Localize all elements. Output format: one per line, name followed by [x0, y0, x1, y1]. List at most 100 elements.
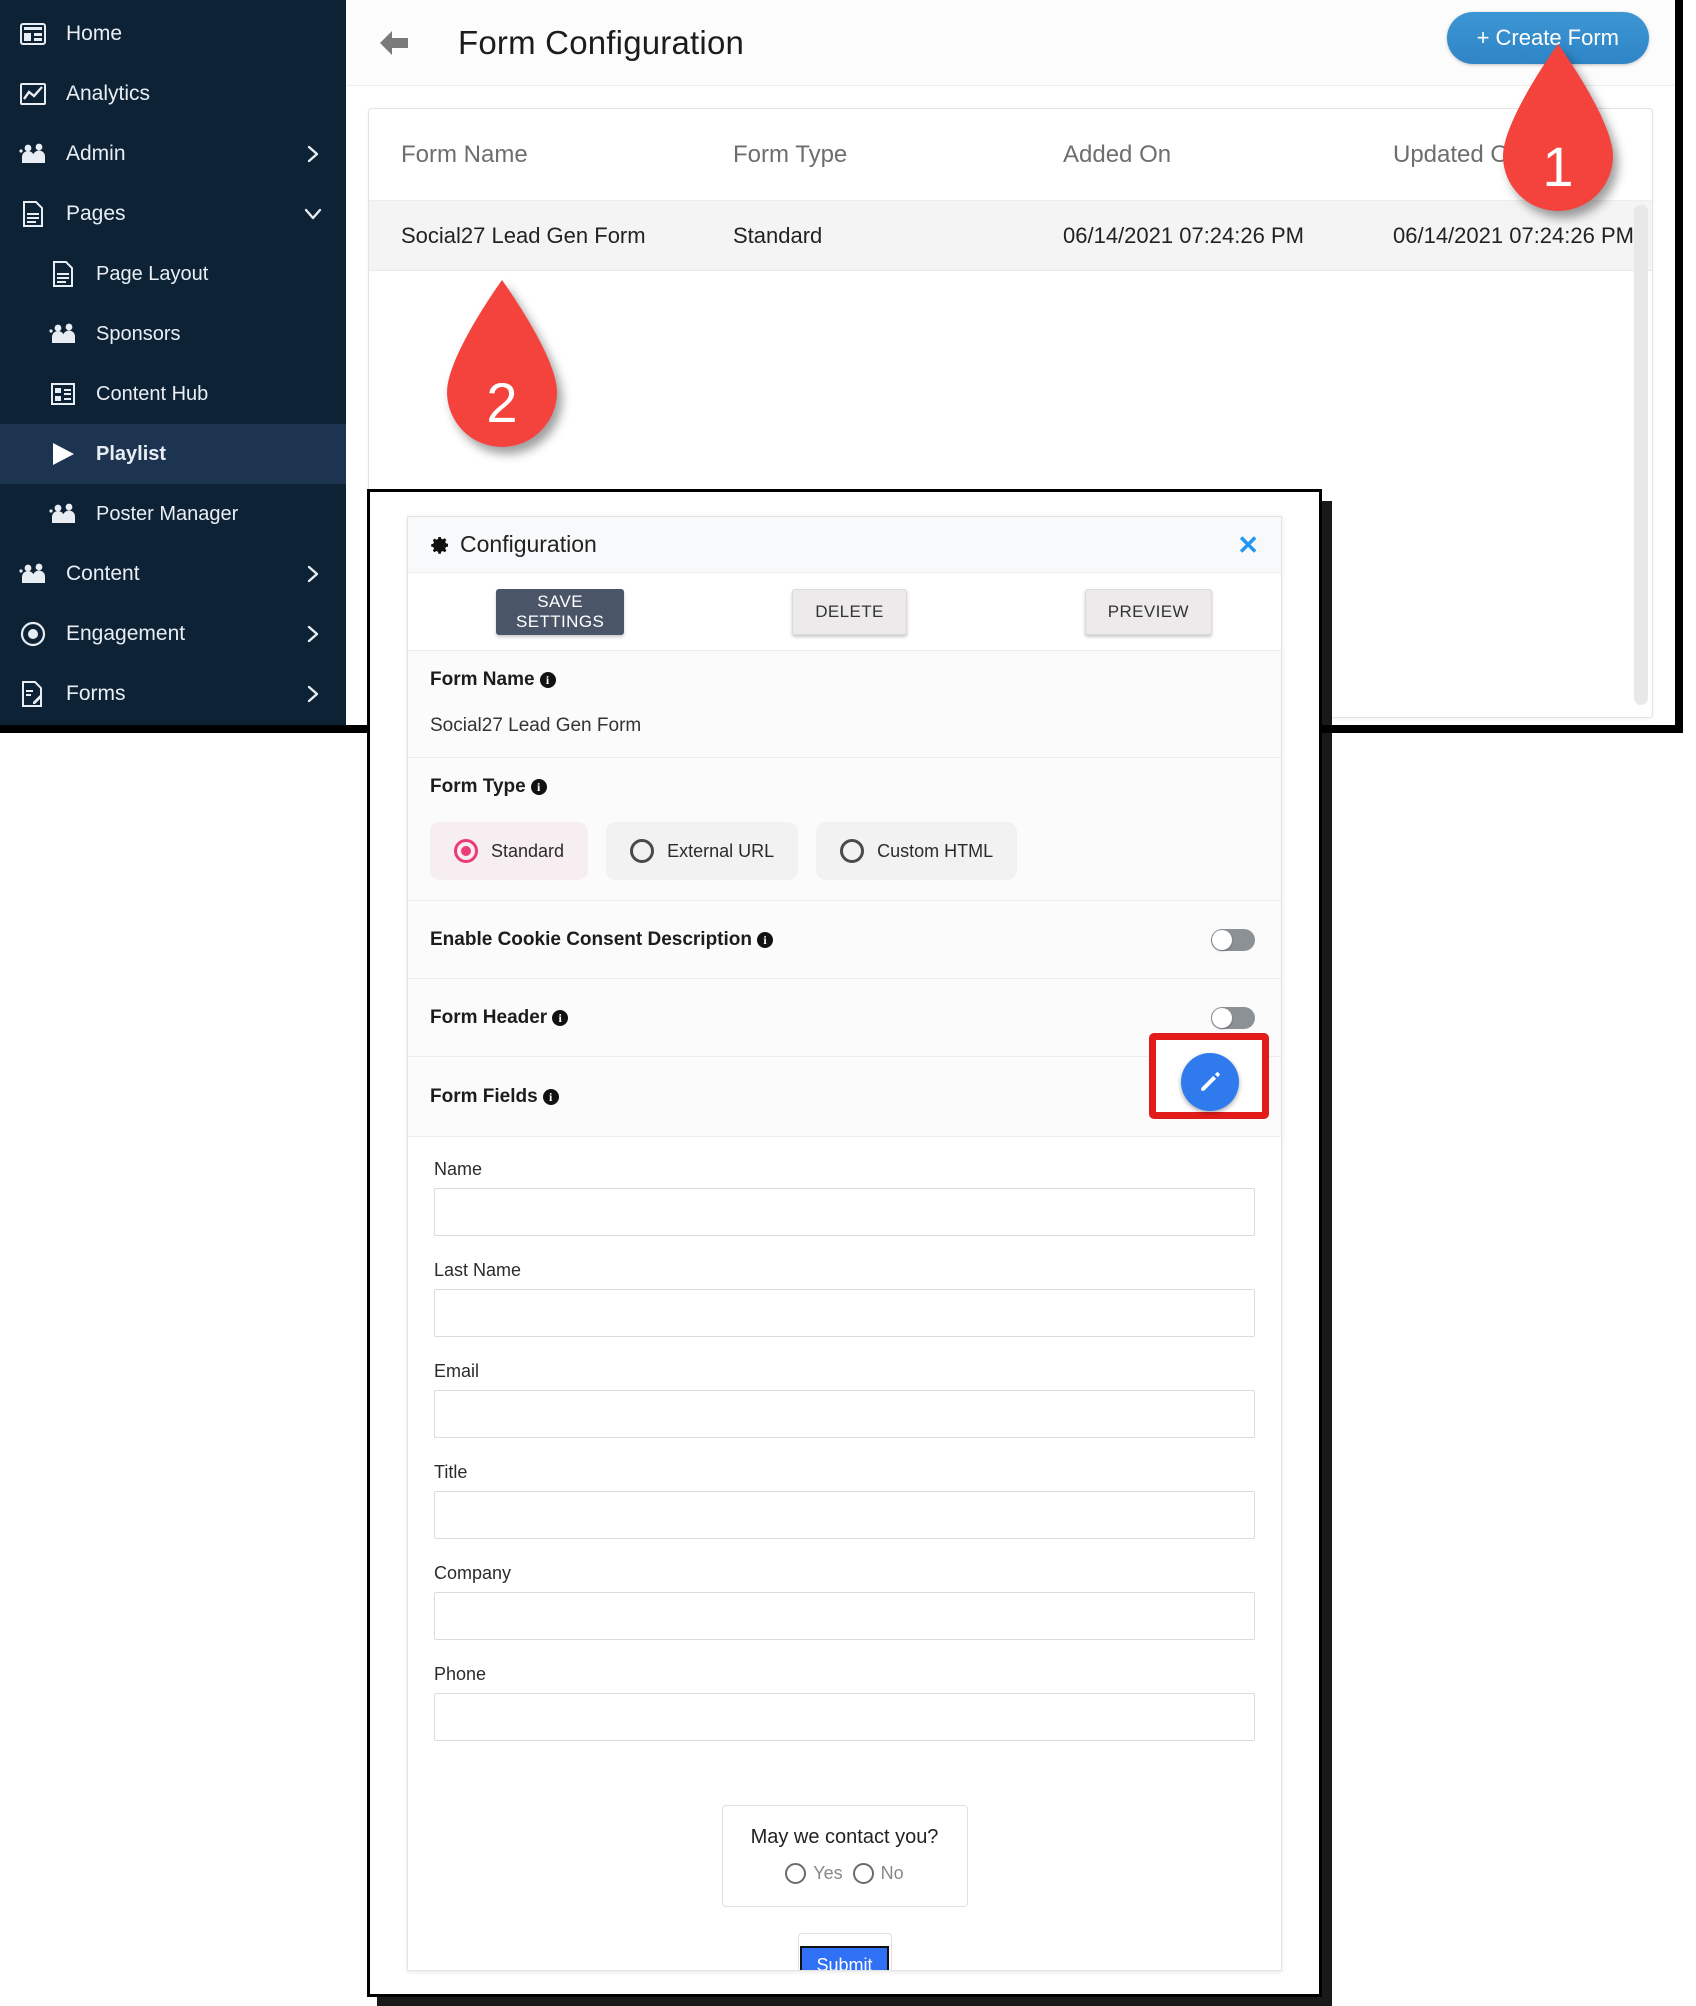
sidebar-item-poster-manager[interactable]: Poster Manager [0, 484, 346, 544]
column-header-added-on[interactable]: Added On [1039, 141, 1369, 169]
form-fields-row: Form Fields i [408, 1033, 1281, 1137]
table-row[interactable]: Social27 Lead Gen Form Standard 06/14/20… [369, 201, 1652, 271]
sidebar-item-analytics[interactable]: Analytics [0, 64, 346, 124]
page-title: Form Configuration [458, 23, 745, 61]
chevron-right-icon[interactable] [302, 563, 324, 585]
dialog-title: Configuration [460, 531, 597, 557]
contact-option-label: No [880, 1863, 904, 1883]
cookie-consent-toggle[interactable] [1211, 928, 1255, 951]
step-marker-number: 1 [1542, 135, 1574, 198]
form-name-section: Form Name i Social27 Lead Gen Form [408, 651, 1281, 758]
sidebar-item-label: Engagement [66, 622, 186, 645]
sidebar-item-label: Poster Manager [96, 502, 239, 525]
submit-button-wrapper: Submit [797, 1933, 892, 1970]
table-header-row: Form Name Form Type Added On Updated On [369, 109, 1652, 201]
page-topbar: Form Configuration + Create Form [346, 0, 1675, 86]
no-icon [302, 383, 324, 405]
save-settings-button[interactable]: SAVE SETTINGS [496, 588, 625, 635]
preview-field-input[interactable] [434, 1390, 1255, 1438]
step-marker-number: 2 [486, 371, 518, 434]
contact-option-label: Yes [813, 1863, 843, 1883]
dialog-header: Configuration ✕ [408, 517, 1281, 573]
preview-field-input[interactable] [434, 1693, 1255, 1741]
preview-field-label: Last Name [434, 1260, 522, 1280]
sidebar-item-engagement[interactable]: Engagement [0, 604, 346, 664]
preview-field-label: Name [434, 1159, 483, 1179]
sidebar-item-forms[interactable]: Forms [0, 664, 346, 724]
step-marker-2: 2 [439, 278, 565, 454]
form-type-options: Standard External URL Custom HTML [430, 822, 1259, 880]
preview-field-input[interactable] [434, 1188, 1255, 1236]
sidebar-item-pages[interactable]: Pages [0, 184, 346, 244]
form-type-option-standard[interactable]: Standard [430, 822, 589, 880]
no-icon [302, 443, 324, 465]
contact-question-box: May we contact you? Yes No [721, 1805, 968, 1907]
play-icon [48, 441, 78, 467]
sidebar-item-label: Admin [66, 142, 126, 165]
form-fields-label-row: Form Fields i [430, 1086, 559, 1108]
contact-question-options: Yes No [733, 1863, 957, 1884]
info-icon[interactable]: i [542, 1088, 559, 1105]
preview-field-label: Email [434, 1361, 480, 1381]
radio-icon [18, 621, 48, 647]
info-icon[interactable]: i [530, 779, 547, 795]
preview-field-input[interactable] [434, 1491, 1255, 1539]
dialog-action-bar: SAVE SETTINGS DELETE PREVIEW [408, 573, 1281, 651]
column-header-form-type[interactable]: Form Type [709, 141, 1039, 169]
form-name-value[interactable]: Social27 Lead Gen Form [430, 715, 1259, 737]
form-type-label: Form Type [430, 776, 526, 797]
sidebar-item-content-hub[interactable]: Content Hub [0, 364, 346, 424]
dashboard-icon [18, 21, 48, 47]
radio-unselected-icon [785, 1863, 807, 1884]
step-marker-1: 1 [1495, 42, 1621, 218]
preview-field-input[interactable] [434, 1592, 1255, 1640]
info-icon[interactable]: i [539, 672, 556, 688]
cookie-consent-row: Enable Cookie Consent Description i [408, 901, 1281, 979]
radio-unselected-icon [840, 839, 865, 863]
sidebar-item-playlist[interactable]: Playlist [0, 424, 346, 484]
radio-unselected-icon [852, 1863, 874, 1884]
pencil-edit-icon[interactable] [1181, 1053, 1239, 1111]
document-icon [18, 201, 48, 227]
sidebar-item-label: Analytics [66, 82, 151, 105]
no-icon [302, 263, 324, 285]
preview-field-phone: Phone [434, 1664, 1255, 1741]
contact-option-yes[interactable]: Yes [785, 1863, 843, 1884]
table-scrollbar[interactable] [1634, 205, 1648, 705]
form-header-toggle[interactable] [1211, 1006, 1255, 1029]
no-icon [302, 323, 324, 345]
gear-icon [430, 535, 450, 555]
sidebar-item-content[interactable]: Content [0, 544, 346, 604]
chevron-right-icon[interactable] [302, 683, 324, 705]
form-type-option-custom-html[interactable]: Custom HTML [816, 822, 1018, 880]
chevron-down-icon[interactable] [302, 203, 324, 225]
cell-form-name[interactable]: Social27 Lead Gen Form [377, 223, 709, 249]
chevron-right-icon[interactable] [302, 623, 324, 645]
form-name-label: Form Name [430, 669, 535, 690]
submit-button[interactable]: Submit [800, 1946, 889, 1970]
sidebar-item-label: Playlist [96, 442, 167, 465]
sidebar-item-admin[interactable]: Admin [0, 124, 346, 184]
configuration-dialog-frame: Configuration ✕ SAVE SETTINGS DELETE PRE… [367, 489, 1322, 1997]
people-icon [48, 321, 78, 347]
info-icon[interactable]: i [757, 931, 773, 948]
people-icon [48, 501, 78, 527]
preview-field-last-name: Last Name [434, 1260, 1255, 1337]
info-icon[interactable]: i [552, 1009, 569, 1026]
contact-option-no[interactable]: No [852, 1863, 904, 1884]
preview-field-label: Phone [434, 1664, 487, 1684]
no-icon [302, 503, 324, 525]
chevron-right-icon[interactable] [302, 143, 324, 165]
sidebar-item-sponsors[interactable]: Sponsors [0, 304, 346, 364]
form-type-option-external-url[interactable]: External URL [606, 822, 799, 880]
back-arrow-icon[interactable] [378, 27, 418, 59]
preview-field-input[interactable] [434, 1289, 1255, 1337]
column-header-form-name[interactable]: Form Name [377, 141, 709, 169]
close-icon[interactable]: ✕ [1237, 532, 1259, 558]
form-name-label-row: Form Name i [430, 669, 1259, 691]
delete-button[interactable]: DELETE [792, 588, 907, 635]
preview-button[interactable]: PREVIEW [1084, 588, 1212, 635]
sidebar-item-home[interactable]: Home [0, 4, 346, 64]
preview-field-title: Title [434, 1462, 1255, 1539]
sidebar-item-page-layout[interactable]: Page Layout [0, 244, 346, 304]
